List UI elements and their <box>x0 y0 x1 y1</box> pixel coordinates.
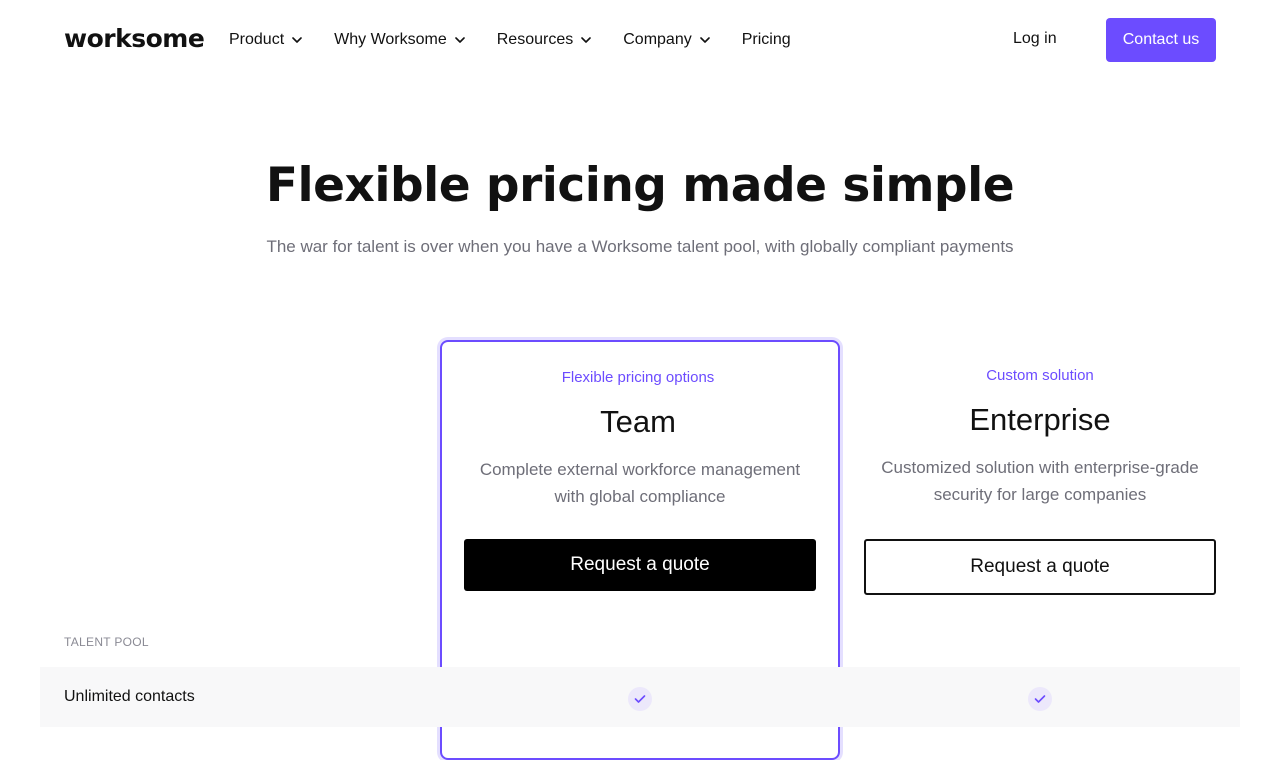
section-label-talent-pool: TALENT POOL <box>64 635 149 649</box>
check-icon <box>1028 687 1052 711</box>
request-quote-button-team[interactable]: Request a quote <box>464 539 816 591</box>
nav-item-label: Resources <box>496 31 574 48</box>
chevron-down-icon <box>699 35 710 45</box>
plan-name: Enterprise <box>969 402 1111 437</box>
plan-description: Complete external workforce management w… <box>479 460 801 506</box>
page-title: Flexible pricing made simple <box>265 158 1015 213</box>
chevron-down-icon <box>581 35 592 45</box>
nav-item-why-worksome[interactable]: Why Worksome <box>334 30 465 50</box>
plan-name: Team <box>600 404 676 439</box>
table-row: Unlimited contacts <box>40 667 1240 727</box>
request-quote-button-enterprise[interactable]: Request a quote <box>864 539 1216 595</box>
plan-eyebrow: Flexible pricing options <box>561 369 715 386</box>
contact-us-button[interactable]: Contact us <box>1106 18 1216 62</box>
nav-item-product[interactable]: Product <box>229 30 302 50</box>
page-subtitle: The war for talent is over when you have… <box>266 237 1014 256</box>
plan-description: Customized solution with enterprise-grad… <box>881 458 1199 504</box>
worksome-logo[interactable]: worksome <box>64 24 205 53</box>
feature-name: Unlimited contacts <box>64 688 195 705</box>
plan-eyebrow: Custom solution <box>986 367 1094 384</box>
login-link[interactable]: Log in <box>1013 30 1057 48</box>
nav-item-company[interactable]: Company <box>623 30 710 50</box>
nav-item-pricing[interactable]: Pricing <box>742 30 791 50</box>
chevron-down-icon <box>292 35 302 45</box>
nav-item-label: Product <box>229 31 285 48</box>
nav-item-label: Company <box>623 31 692 48</box>
nav-item-label: Pricing <box>741 31 791 48</box>
site-header: worksome Product Why Worksome Resources … <box>0 0 1280 80</box>
chevron-down-icon <box>454 35 465 45</box>
nav-item-label: Why Worksome <box>334 31 447 48</box>
main-nav: Product Why Worksome Resources Company P… <box>229 30 823 50</box>
check-icon <box>628 687 652 711</box>
nav-item-resources[interactable]: Resources <box>496 30 592 50</box>
